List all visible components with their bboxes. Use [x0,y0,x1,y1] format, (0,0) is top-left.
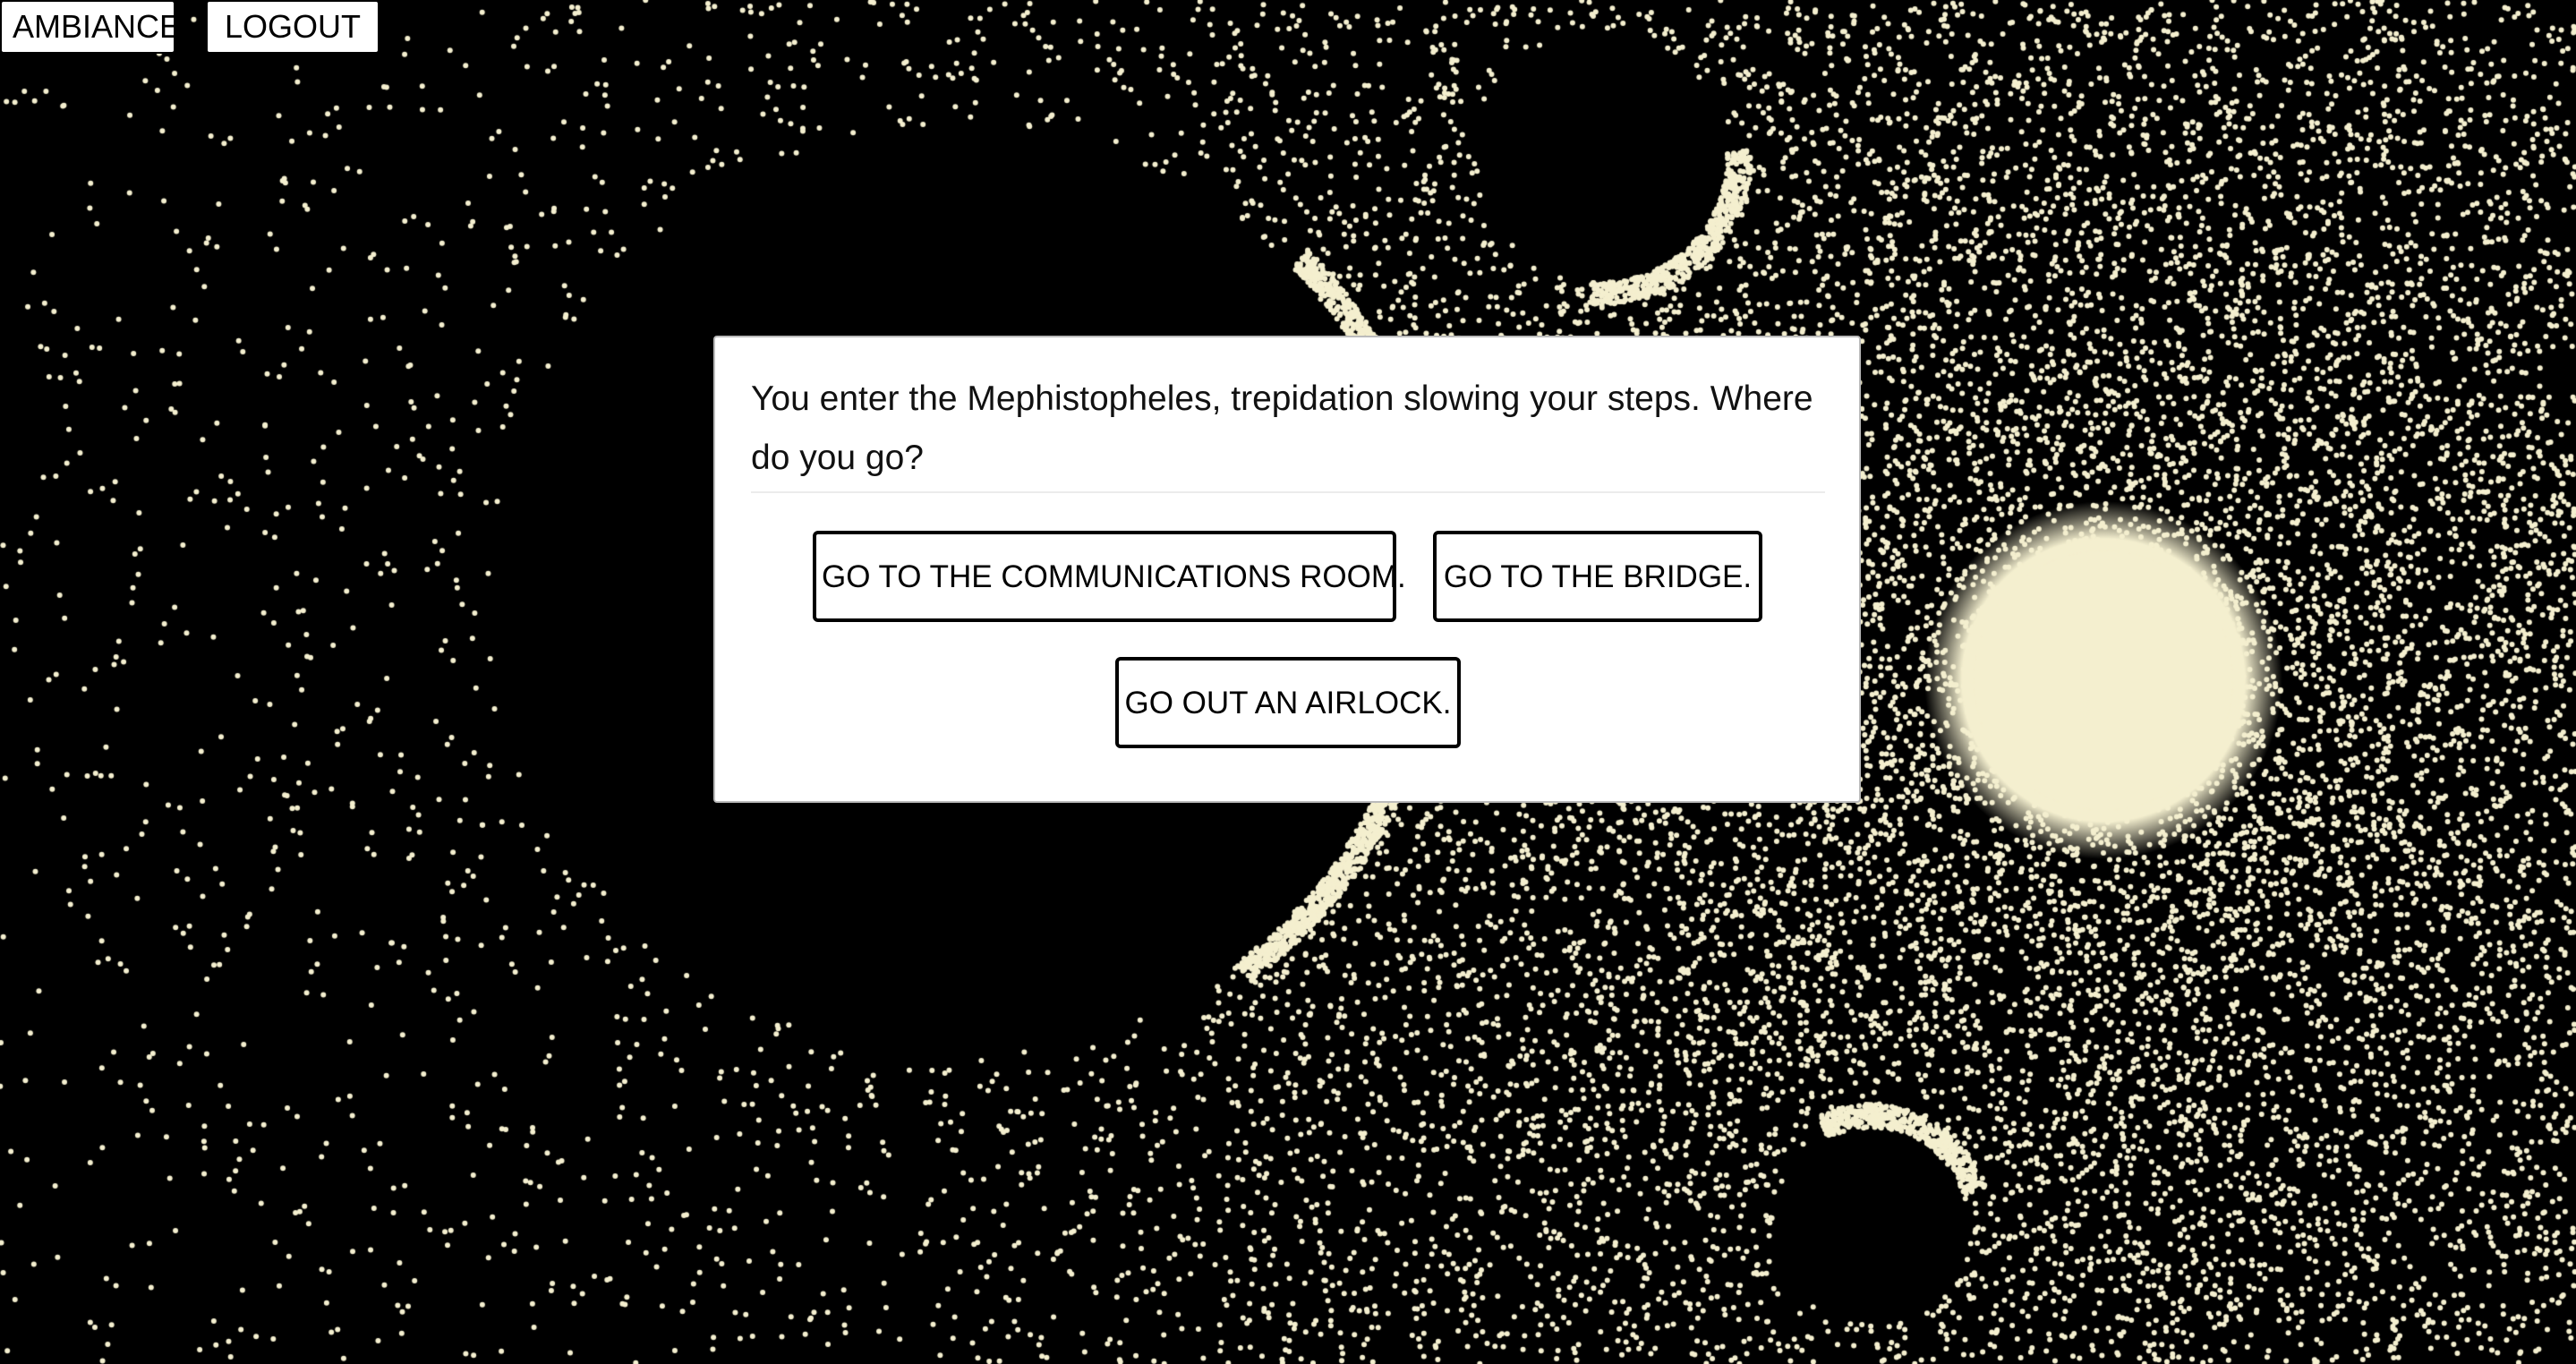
communications-room-button[interactable]: GO TO THE COMMUNICATIONS ROOM. [813,531,1406,622]
bridge-button[interactable]: GO TO THE BRIDGE. [1433,531,1762,622]
choice-dialog: You enter the Mephistopheles, trepidatio… [713,336,1861,803]
ambiance-button[interactable]: AMBIANCE [0,0,181,54]
story-prompt: You enter the Mephistopheles, trepidatio… [751,379,1813,477]
airlock-button[interactable]: GO OUT AN AIRLOCK. [1115,657,1461,748]
divider [751,491,1825,493]
logout-button[interactable]: LOGOUT [206,0,380,54]
